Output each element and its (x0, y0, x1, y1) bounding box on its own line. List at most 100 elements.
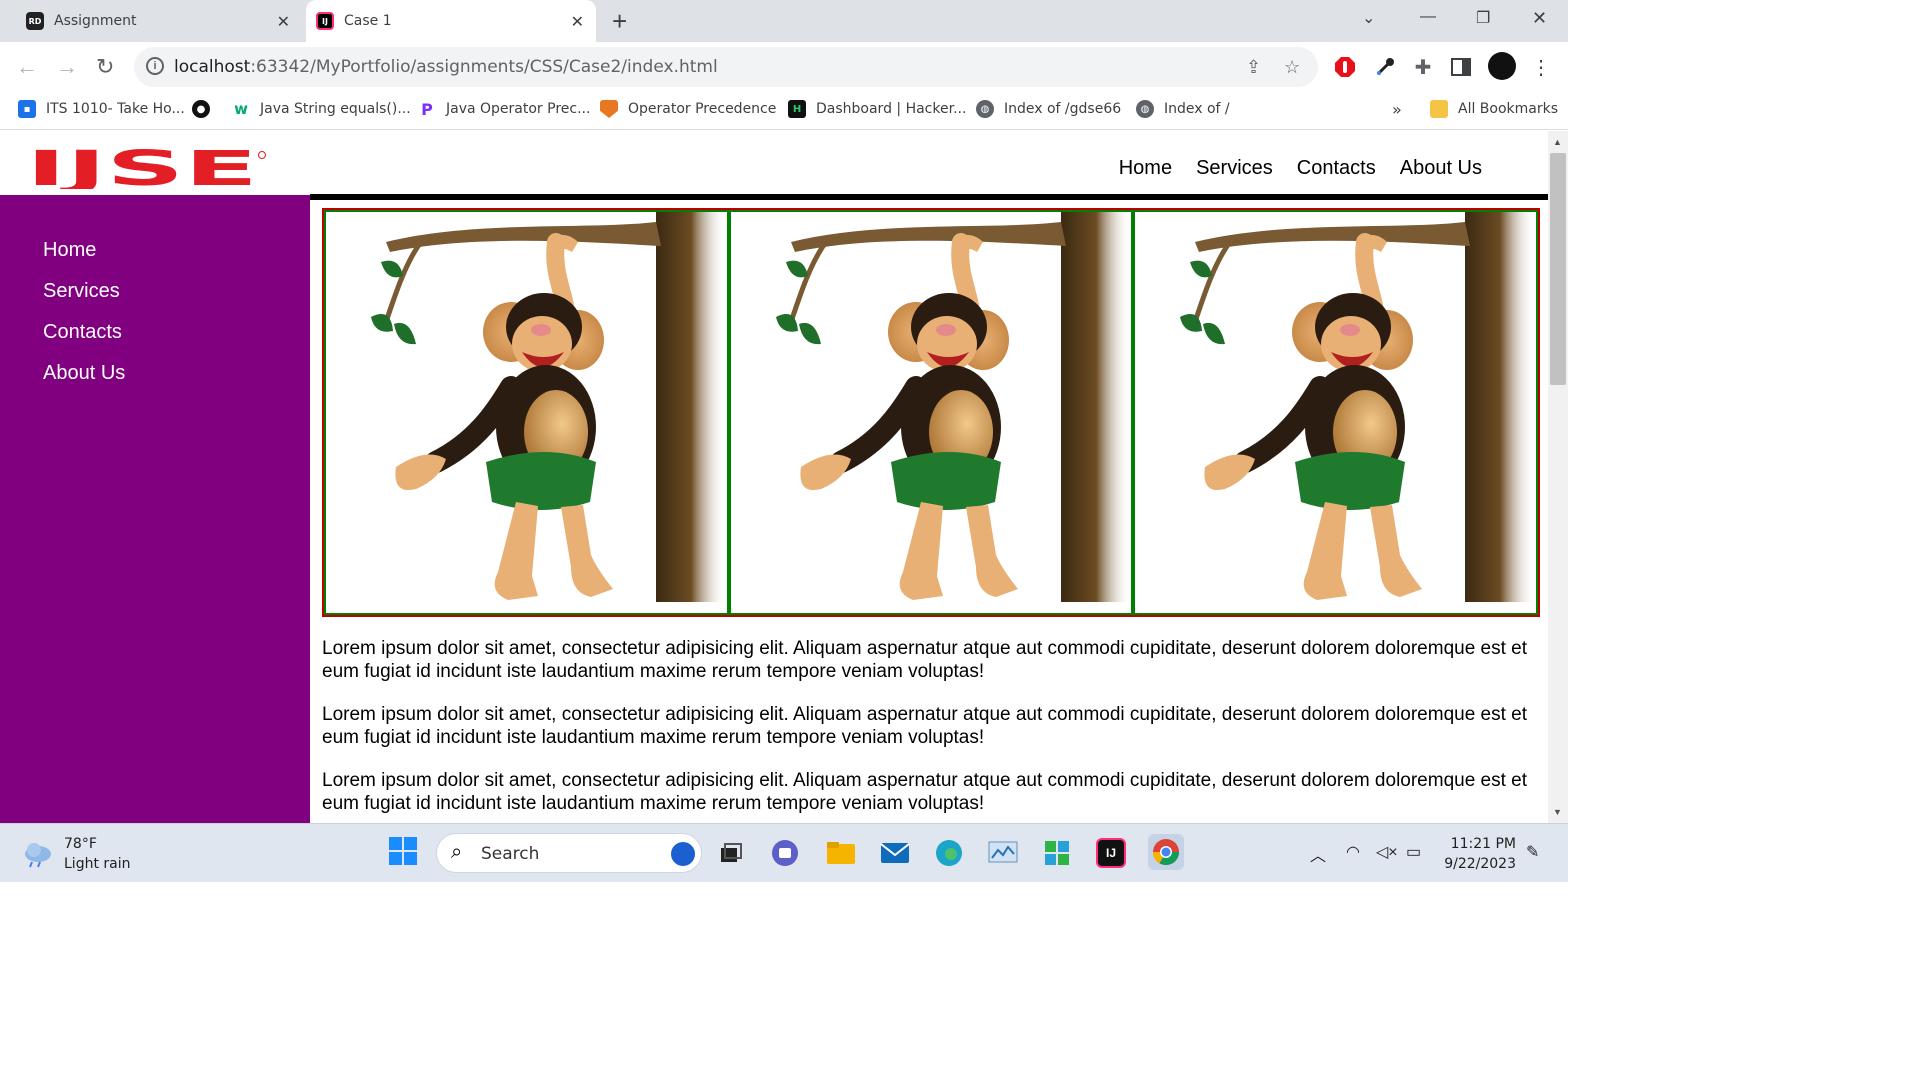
w3schools-icon: w (234, 100, 248, 118)
eyedropper-extension-icon[interactable] (1374, 56, 1396, 78)
bookmark-java-string-equals[interactable]: w Java String equals()... (232, 100, 411, 118)
paragraph: Lorem ipsum dolor sit amet, consectetur … (322, 770, 1528, 814)
browser-toolbar: ← → ↻ i localhost:63342/MyPortfolio/assi… (0, 42, 1568, 92)
widgets-app-icon[interactable] (1042, 838, 1072, 868)
paragraph: Lorem ipsum dolor sit amet, consectetur … (322, 638, 1528, 682)
url-text[interactable]: localhost:63342/MyPortfolio/assignments/… (174, 57, 718, 77)
bing-chat-icon[interactable] (671, 842, 695, 866)
bookmark-its1010[interactable]: ▪ ITS 1010- Take Ho... (18, 100, 185, 118)
rain-cloud-icon (25, 843, 51, 868)
share-icon[interactable]: ⇪ (1246, 57, 1261, 78)
sidebar-item-about-us[interactable]: About Us (43, 362, 310, 403)
bookmark-operator-precedence[interactable]: Operator Precedence (600, 100, 776, 118)
close-tab-icon[interactable]: ✕ (277, 12, 290, 31)
profile-avatar[interactable] (1488, 52, 1516, 80)
bookmarks-overflow[interactable]: » (1392, 100, 1402, 119)
header-divider (310, 194, 1548, 200)
menu-kebab-icon[interactable]: ⋮ (1530, 56, 1552, 79)
side-panel-icon[interactable] (1450, 56, 1472, 78)
minimize-icon[interactable]: — (1420, 8, 1436, 26)
bookmark-label: Index of / (1164, 101, 1230, 117)
bookmark-star-icon[interactable]: ☆ (1284, 57, 1300, 78)
top-nav-home[interactable]: Home (1119, 157, 1172, 180)
clock-time: 11:21 PM (1450, 836, 1516, 852)
notifications-icon[interactable]: ✎ (1526, 842, 1539, 862)
tab-case-1[interactable]: IJ Case 1 ✕ (306, 0, 596, 42)
teams-chat-icon[interactable] (770, 838, 800, 868)
windows-taskbar: 78°F Light rain ⌕ Search IJ ︿ ◠ ◁× ▭ 11:… (0, 823, 1568, 882)
hackerrank-icon: H (788, 100, 806, 118)
page-viewport: IJSE Home Services Contacts About Us Hom… (0, 131, 1548, 823)
new-tab-icon[interactable]: + (612, 6, 627, 37)
forward-icon[interactable]: → (56, 54, 78, 80)
top-nav-services[interactable]: Services (1196, 157, 1273, 180)
paragraph: Lorem ipsum dolor sit amet, consectetur … (322, 704, 1528, 748)
url-host: localhost (174, 57, 251, 77)
bookmark-label: Dashboard | Hacker... (816, 101, 967, 117)
close-tab-icon[interactable]: ✕ (571, 12, 584, 31)
scroll-down-arrow-icon[interactable]: ▼ (1553, 807, 1562, 817)
monitor-app-icon[interactable] (988, 838, 1018, 868)
top-nav-about-us[interactable]: About Us (1400, 157, 1482, 180)
bookmark-index-root[interactable]: ◍ Index of / (1136, 100, 1230, 118)
bookmark-label: ITS 1010- Take Ho... (46, 101, 185, 117)
extensions-puzzle-icon[interactable]: ✚ (1412, 56, 1434, 79)
tab-assignment[interactable]: RD Assignment ✕ (16, 0, 302, 42)
ijse-logo[interactable]: IJSE (26, 141, 266, 197)
edge-browser-icon[interactable] (934, 838, 964, 868)
overflow-chevron-icon: » (1392, 100, 1402, 119)
intellij-idea-icon[interactable]: IJ (1096, 838, 1126, 868)
adblock-extension-icon[interactable] (1334, 56, 1356, 78)
bookmark-hackerrank[interactable]: H Dashboard | Hacker... (788, 100, 966, 118)
restore-icon[interactable]: ❐ (1476, 8, 1490, 28)
wifi-icon[interactable]: ◠ (1346, 842, 1360, 862)
chrome-icon[interactable] (1148, 834, 1184, 870)
all-bookmarks[interactable]: All Bookmarks (1430, 100, 1558, 118)
close-window-icon[interactable]: ✕ (1532, 8, 1547, 29)
start-windows-icon[interactable] (388, 836, 418, 866)
svg-text:IJSE: IJSE (26, 149, 258, 189)
file-explorer-icon[interactable] (826, 838, 856, 868)
search-label: Search (481, 844, 540, 864)
folder-icon (1430, 100, 1448, 118)
bookmark-github[interactable]: ● (192, 100, 220, 118)
sidebar-item-contacts[interactable]: Contacts (43, 321, 310, 362)
bookmarks-bar: ▪ ITS 1010- Take Ho... ● w Java String e… (0, 92, 1568, 130)
programiz-icon: P (421, 99, 433, 119)
taskbar-search[interactable]: ⌕ Search (436, 833, 702, 873)
sidebar-item-services[interactable]: Services (43, 280, 310, 321)
address-bar[interactable]: i localhost:63342/MyPortfolio/assignment… (134, 47, 1318, 87)
back-icon[interactable]: ← (16, 54, 38, 80)
tab-title: Case 1 (344, 13, 392, 29)
show-hidden-icons-chevron-icon[interactable]: ︿ (1310, 842, 1326, 866)
mail-icon[interactable] (880, 838, 910, 868)
scrollbar-thumb[interactable] (1550, 153, 1566, 385)
scroll-up-arrow-icon[interactable]: ▲ (1553, 137, 1562, 147)
github-icon: ● (192, 100, 210, 118)
system-clock[interactable]: 11:21 PM 9/22/2023 (1436, 834, 1516, 874)
sidebar-item-home[interactable]: Home (43, 239, 310, 280)
gallery-image-monkey-3 (1133, 210, 1539, 615)
volume-muted-icon[interactable]: ◁× (1376, 842, 1398, 862)
search-icon: ⌕ (451, 841, 463, 863)
rd-favicon-icon: RD (26, 12, 44, 30)
classroom-icon: ▪ (18, 100, 36, 118)
vertical-scrollbar[interactable]: ▲ ▼ (1548, 131, 1568, 823)
monkey-illustration (775, 212, 1131, 602)
monkey-illustration (371, 212, 726, 602)
reload-icon[interactable]: ↻ (96, 54, 114, 80)
clock-date: 9/22/2023 (1444, 856, 1516, 872)
tab-search-chevron-icon[interactable]: ⌄ (1362, 8, 1375, 28)
bookmark-label: Operator Precedence (628, 101, 777, 117)
monkey-illustration (1180, 212, 1536, 602)
weather-widget[interactable]: 78°F Light rain (22, 834, 131, 874)
site-info-icon[interactable]: i (146, 57, 164, 75)
weather-temperature: 78°F (64, 836, 97, 852)
battery-charging-icon[interactable]: ▭ (1406, 842, 1421, 862)
top-nav: Home Services Contacts About Us (1119, 157, 1482, 180)
bookmark-index-gdse66[interactable]: ◍ Index of /gdse66 (976, 100, 1121, 118)
gallery-image-monkey-1 (324, 210, 729, 615)
bookmark-java-operator-prec[interactable]: P Java Operator Prec... (418, 99, 590, 119)
top-nav-contacts[interactable]: Contacts (1297, 157, 1376, 180)
task-view-icon[interactable] (716, 838, 746, 868)
